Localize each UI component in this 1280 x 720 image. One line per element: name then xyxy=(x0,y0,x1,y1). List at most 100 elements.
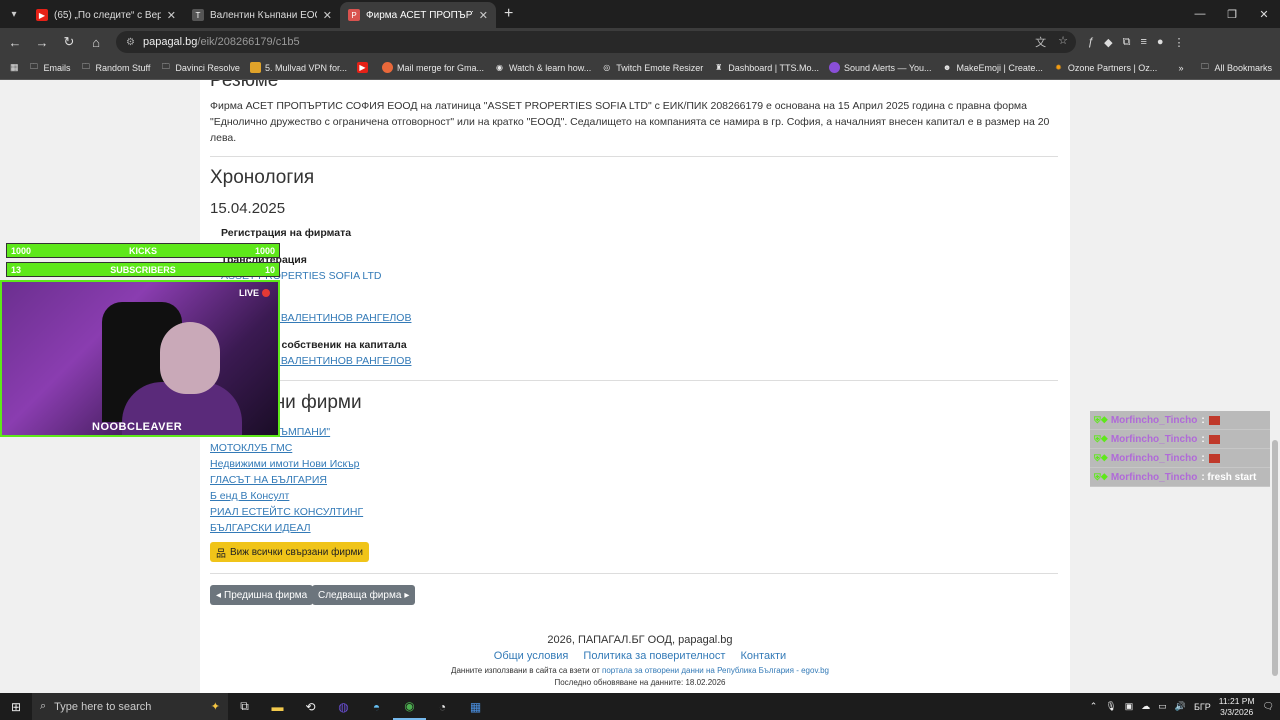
tray-expand-icon[interactable]: ⌃ xyxy=(1090,701,1098,712)
close-icon[interactable]: ✕ xyxy=(167,9,176,22)
streamer-name: NOOBCLEAVER xyxy=(92,421,183,433)
bookmark-makeemoji[interactable]: ☻ MakeEmoji | Create... xyxy=(942,62,1043,73)
privacy-link[interactable]: Политика за поверителност xyxy=(583,650,725,662)
tab-asset[interactable]: P Фирма АСЕТ ПРОПЪРТИС СОФ ✕ xyxy=(340,2,496,28)
contacts-link[interactable]: Контакти xyxy=(740,650,786,662)
emoji-icon: ☻ xyxy=(942,63,952,72)
bookmark-tts[interactable]: ♜ Dashboard | TTS.Mo... xyxy=(713,62,819,73)
back-icon[interactable]: ← xyxy=(3,30,27,54)
new-tab-icon[interactable]: + xyxy=(504,5,513,23)
restore-icon[interactable]: ❐ xyxy=(1216,0,1248,28)
badge-icons: ⛨◆ xyxy=(1094,433,1108,444)
reload-icon[interactable]: ↻ xyxy=(57,30,81,54)
webcam-overlay: LIVE NOOBCLEAVER xyxy=(0,280,280,437)
media-icon[interactable]: ≡ xyxy=(1140,36,1146,49)
folder-icon: 🗀 xyxy=(82,61,91,71)
bookmark-mullvad[interactable]: 5. Mullvad VPN for... xyxy=(249,62,347,73)
bookmark-davinci[interactable]: 🗀 Davinci Resolve xyxy=(160,62,240,73)
page-scrollbar[interactable] xyxy=(1270,80,1280,693)
notifications-icon[interactable]: 🗨 xyxy=(1263,701,1274,712)
minimize-icon[interactable]: — xyxy=(1184,0,1216,28)
chrome-icon[interactable]: ◉ xyxy=(393,693,426,720)
youtube-icon: ▶ xyxy=(356,62,368,73)
app-icon[interactable]: ◔ xyxy=(426,693,459,720)
menu-icon[interactable]: ⋮ xyxy=(1174,36,1185,49)
footer-copyright: 2026, ПАПАГАЛ.БГ ООД, papagal.bg xyxy=(547,634,733,646)
bookmark-youtube[interactable]: ▶ xyxy=(356,62,372,73)
microphone-icon[interactable]: 🎙 xyxy=(1105,701,1116,712)
related-company-link[interactable]: Недвижими имоти Нови Искър xyxy=(210,458,360,470)
kicks-goal-bar: 1000 KICKS 1000 xyxy=(6,243,280,258)
all-bookmarks[interactable]: 🗀 All Bookmarks xyxy=(1199,62,1272,74)
volume-icon[interactable]: 🔊 xyxy=(1175,701,1186,712)
apps-icon[interactable]: ▦ xyxy=(10,62,19,73)
site-info-icon[interactable]: ⚙ xyxy=(126,37,135,48)
bookmark-star-icon[interactable]: ☆ xyxy=(1058,34,1068,50)
next-company-button[interactable]: Следваща фирма ▸ xyxy=(312,585,416,605)
bookmark-sound-alerts[interactable]: Sound Alerts — You... xyxy=(828,62,932,73)
close-icon[interactable]: ✕ xyxy=(479,9,488,22)
related-company-link[interactable]: РИАЛ ЕСТЕЙТС КОНСУЛТИНГ xyxy=(210,506,363,518)
related-company-link[interactable]: МОТОКЛУБ ГМС xyxy=(210,442,292,454)
bookmark-mail-merge[interactable]: Mail merge for Gma... xyxy=(381,62,484,73)
home-icon[interactable]: ⌂ xyxy=(84,30,108,54)
app-icon[interactable]: ⟲ xyxy=(294,693,327,720)
task-view-icon[interactable]: ⧉ xyxy=(228,693,261,720)
mailmerge-icon xyxy=(381,62,393,73)
divider xyxy=(210,573,1058,574)
browser-toolbar: ← → ↻ ⌂ ⚙ papagal.bg/eik/208266179/c1b5 … xyxy=(0,28,1280,56)
bookmark-twitch-emote[interactable]: ◎ Twitch Emote Resizer xyxy=(601,62,703,73)
network-icon[interactable]: ▭ xyxy=(1158,701,1167,712)
profile-avatar-icon[interactable]: ● xyxy=(1157,36,1164,49)
more-bookmarks-icon[interactable]: » xyxy=(1178,63,1183,73)
tab-title: Валентин Кънпани ЕООД – Ко xyxy=(210,9,317,21)
footer-last-update: Последно обновяване на данните: 18.02.20… xyxy=(554,678,726,687)
streamer-head xyxy=(160,322,220,394)
footer-links: Общи условия Политика за поверителност К… xyxy=(0,650,1280,662)
search-icon: ⌕ xyxy=(40,700,47,712)
extension-icon[interactable]: ƒ xyxy=(1088,36,1094,49)
folder-icon: 🗀 xyxy=(161,61,170,71)
calculator-icon[interactable]: ▦ xyxy=(459,693,492,720)
file-explorer-icon[interactable]: ▬ xyxy=(261,693,294,720)
bookmark-emails[interactable]: 🗀 Emails xyxy=(29,62,71,73)
bookmark-ozone[interactable]: ✹ Ozone Partners | Oz... xyxy=(1053,62,1157,73)
summary-text: Фирма АСЕТ ПРОПЪРТИС СОФИЯ ЕООД на латин… xyxy=(210,100,1050,144)
close-window-icon[interactable]: ✕ xyxy=(1248,0,1280,28)
view-all-related-button[interactable]: 品 Виж всички свързани фирми xyxy=(210,542,370,562)
egov-link[interactable]: портала за отворени данни на Република Б… xyxy=(602,666,829,675)
registration-label: Регистрация на фирмата xyxy=(221,227,352,239)
divider xyxy=(210,156,1058,157)
tray-app-icon[interactable]: ▣ xyxy=(1125,701,1134,712)
company-card: Резюме Фирма АСЕТ ПРОПЪРТИС СОФИЯ ЕООД н… xyxy=(200,80,1070,693)
badge-icons: ⛨◆ xyxy=(1094,414,1108,425)
mullvad-icon xyxy=(249,62,261,73)
tray-app-icon[interactable]: ☁ xyxy=(1141,701,1150,712)
previous-company-button[interactable]: ◂ Предишна фирма xyxy=(210,585,314,605)
clock[interactable]: 11:21 PM 3/3/2026 xyxy=(1219,696,1255,718)
forward-icon[interactable]: → xyxy=(30,30,54,54)
extension-icon[interactable]: ◆ xyxy=(1104,36,1112,49)
tab-search-icon[interactable]: ▾ xyxy=(0,0,28,28)
related-company-link[interactable]: Б енд В Консулт xyxy=(210,490,289,502)
bookmark-watch-learn[interactable]: ◉ Watch & learn how... xyxy=(494,62,591,73)
bookmark-random-stuff[interactable]: 🗀 Random Stuff xyxy=(81,61,150,73)
terms-link[interactable]: Общи условия xyxy=(494,650,569,662)
scrollbar-thumb[interactable] xyxy=(1272,440,1278,676)
tab-youtube[interactable]: ▶ (65) „По следите“ с Вероника ✕ xyxy=(28,2,184,28)
translate-icon[interactable]: 文 xyxy=(1035,34,1046,50)
app-icon[interactable]: ◍ xyxy=(327,693,360,720)
close-icon[interactable]: ✕ xyxy=(323,9,332,22)
related-company-link[interactable]: ГЛАСЪТ НА БЪЛГАРИЯ xyxy=(210,474,327,486)
system-tray: ⌃ 🎙 ▣ ☁ ▭ 🔊 БГР 11:21 PM 3/3/2026 🗨 xyxy=(1090,696,1280,718)
related-company-link[interactable]: БЪЛГАРСКИ ИДЕАЛ xyxy=(210,522,311,534)
steam-icon[interactable]: ◓ xyxy=(360,693,393,720)
sound-icon xyxy=(828,62,840,73)
taskbar-search[interactable]: ⌕ Type here to search ✦ xyxy=(32,693,228,720)
address-bar[interactable]: ⚙ papagal.bg/eik/208266179/c1b5 文 ☆ xyxy=(116,31,1076,53)
extensions-puzzle-icon[interactable]: ⧉ xyxy=(1123,36,1131,49)
windows-start-icon[interactable]: ⊞ xyxy=(0,700,32,714)
chronology-heading: Хронология xyxy=(210,167,315,188)
tab-valentin[interactable]: T Валентин Кънпани ЕООД – Ко ✕ xyxy=(184,2,340,28)
language-indicator[interactable]: БГР xyxy=(1194,702,1211,712)
